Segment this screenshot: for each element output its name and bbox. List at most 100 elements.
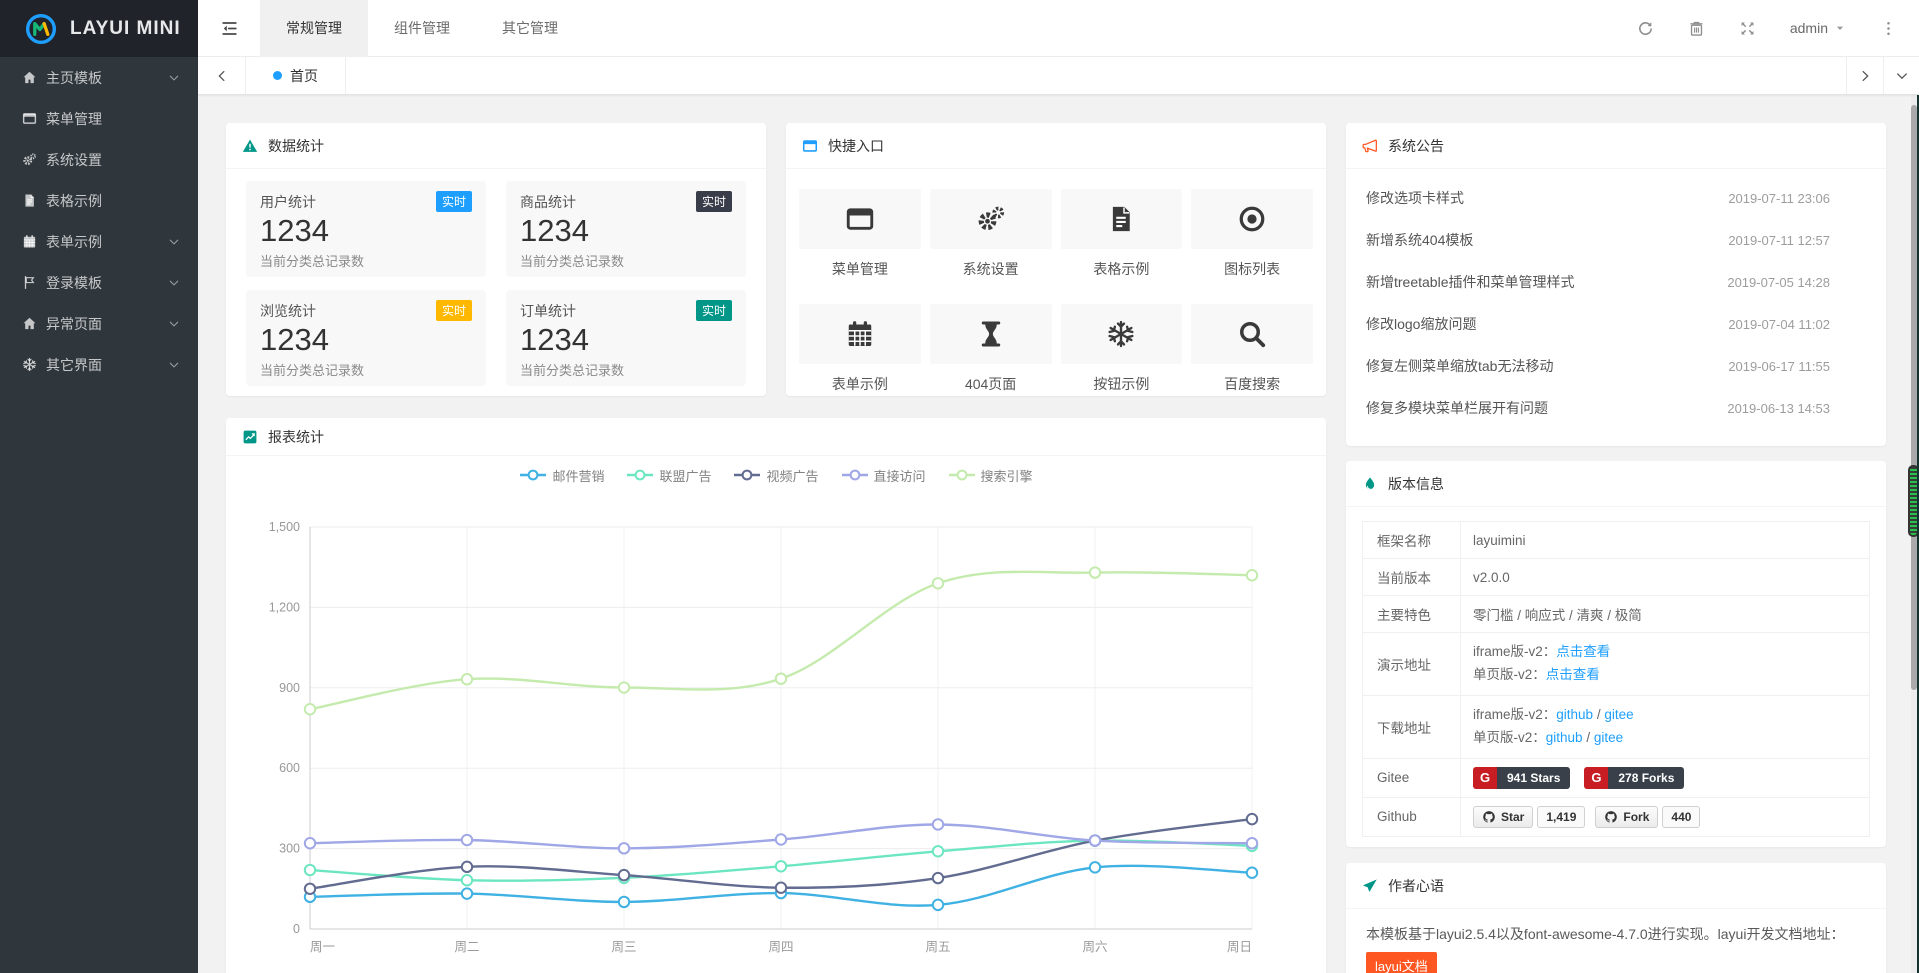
sidebar-item-表格示例[interactable]: 表格示例 (0, 180, 198, 221)
quick-entry-系统设置[interactable]: 系统设置 (930, 189, 1052, 279)
version-row-value: v2.0.0 (1461, 559, 1870, 596)
gitee-badge-278 Forks[interactable]: G278 Forks (1584, 767, 1684, 789)
legend-item-邮件营销[interactable]: 邮件营销 (519, 466, 604, 485)
github-badge-Fork[interactable]: Fork440 (1595, 806, 1700, 828)
version-row-label: 主要特色 (1363, 596, 1461, 633)
github-icon (1604, 810, 1618, 824)
quick-entry-菜单管理[interactable]: 菜单管理 (799, 189, 921, 279)
quick-entry-按钮示例[interactable]: 按钮示例 (1061, 304, 1183, 394)
github-badge-Star[interactable]: Star1,419 (1473, 806, 1585, 828)
version-body: 框架名称layuimini当前版本v2.0.0主要特色零门槛 / 响应式 / 清… (1346, 507, 1886, 847)
stat-value: 1234 (260, 321, 472, 360)
version-row-演示地址: 演示地址iframe版-v2：点击查看单页版-v2：点击查看 (1363, 633, 1870, 696)
chevron-down-icon (168, 359, 180, 371)
quick-entry-label: 按钮示例 (1061, 374, 1183, 394)
notice-item[interactable]: 修改logo缩放问题2019-07-04 11:02 (1366, 303, 1866, 345)
stat-desc: 当前分类总记录数 (260, 360, 472, 379)
version-row-label: 框架名称 (1363, 522, 1461, 559)
data-point-搜索引擎 (462, 674, 472, 684)
home-icon (22, 316, 46, 331)
link-点击查看[interactable]: 点击查看 (1556, 644, 1610, 659)
tab-list-dropdown-button[interactable] (1883, 57, 1919, 94)
data-point-视频广告 (933, 873, 943, 883)
snowflake-icon (22, 357, 46, 372)
status-badge: 实时 (696, 300, 732, 321)
notice-date: 2019-07-11 23:06 (1728, 191, 1866, 206)
quick-entry-表单示例[interactable]: 表单示例 (799, 304, 921, 394)
version-row-主要特色: 主要特色零门槛 / 响应式 / 清爽 / 极简 (1363, 596, 1870, 633)
more-vertical-icon[interactable] (1880, 20, 1897, 37)
github-fork-button[interactable]: Fork (1595, 806, 1658, 828)
fullscreen-icon[interactable] (1739, 20, 1756, 37)
svg-text:周四: 周四 (768, 940, 793, 954)
gitee-badge-941 Stars[interactable]: G941 Stars (1473, 767, 1570, 789)
layui-doc-badge[interactable]: layui文档 (1366, 952, 1437, 973)
link-gitee[interactable]: gitee (1604, 707, 1633, 722)
quick-entry-图标列表[interactable]: 图标列表 (1191, 189, 1313, 279)
version-row-value: layuimini (1461, 522, 1870, 559)
notice-item[interactable]: 修复多模块菜单栏展开有问题2019-06-13 14:53 (1366, 387, 1866, 429)
tab-home-label: 首页 (290, 66, 318, 86)
notice-item[interactable]: 修复左侧菜单缩放tab无法移动2019-06-17 11:55 (1366, 345, 1866, 387)
search-icon (1237, 319, 1267, 349)
chart-card-title: 报表统计 (268, 427, 324, 447)
username: admin (1790, 20, 1828, 36)
version-row-label: 演示地址 (1363, 633, 1461, 696)
svg-text:周五: 周五 (925, 940, 950, 954)
logo-text: LAYUI MINI (70, 18, 181, 40)
quick-entry-百度搜索[interactable]: 百度搜索 (1191, 304, 1313, 394)
github-star-button[interactable]: Star (1473, 806, 1533, 828)
data-point-联盟广告 (776, 861, 786, 871)
legend-item-视频广告[interactable]: 视频广告 (733, 466, 818, 485)
sidebar-item-表单示例[interactable]: 表单示例 (0, 221, 198, 262)
version-card: 版本信息 框架名称layuimini当前版本v2.0.0主要特色零门槛 / 响应… (1346, 461, 1886, 847)
sidebar-item-label: 系统设置 (46, 150, 180, 170)
svg-text:1,500: 1,500 (269, 520, 300, 534)
data-point-直接访问 (305, 838, 315, 848)
user-dropdown[interactable]: admin (1790, 20, 1846, 36)
sidebar-item-系统设置[interactable]: 系统设置 (0, 139, 198, 180)
sidebar-item-登录模板[interactable]: 登录模板 (0, 262, 198, 303)
legend-item-直接访问[interactable]: 直接访问 (841, 466, 926, 485)
sidebar-item-主页模板[interactable]: 主页模板 (0, 57, 198, 98)
stat-desc: 当前分类总记录数 (520, 360, 732, 379)
tab-scroll-left-button[interactable] (198, 57, 246, 94)
logo[interactable]: LAYUI MINI (0, 0, 198, 57)
sidebar-item-其它界面[interactable]: 其它界面 (0, 344, 198, 385)
line-chart[interactable]: 周一周二周三周四周五周六周日03006009001,2001,500 (226, 494, 1326, 973)
quick-entry-表格示例[interactable]: 表格示例 (1061, 189, 1183, 279)
legend-item-搜索引擎[interactable]: 搜索引擎 (948, 466, 1033, 485)
notice-list: 修改选项卡样式2019-07-11 23:06新增系统404模板2019-07-… (1346, 169, 1886, 429)
notice-item[interactable]: 修改选项卡样式2019-07-11 23:06 (1366, 177, 1866, 219)
page-tabbar: 首页 (198, 57, 1919, 95)
tab-scroll-right-button[interactable] (1846, 57, 1883, 94)
quick-entry-404页面[interactable]: 404页面 (930, 304, 1052, 394)
quick-entry-box (930, 304, 1052, 364)
header-tab-组件管理[interactable]: 组件管理 (368, 0, 476, 57)
sidebar-item-异常页面[interactable]: 异常页面 (0, 303, 198, 344)
sidebar-item-label: 表格示例 (46, 191, 180, 211)
tab-home[interactable]: 首页 (246, 57, 346, 94)
link-gitee[interactable]: gitee (1594, 730, 1623, 745)
notice-item[interactable]: 新增系统404模板2019-07-11 12:57 (1366, 219, 1866, 261)
header-tab-常规管理[interactable]: 常规管理 (260, 0, 368, 57)
data-point-搜索引擎 (1247, 570, 1257, 580)
caret-down-icon (1834, 22, 1846, 34)
notice-card-title: 系统公告 (1388, 136, 1444, 156)
refresh-icon[interactable] (1637, 20, 1654, 37)
data-point-视频广告 (776, 883, 786, 893)
link-点击查看[interactable]: 点击查看 (1546, 667, 1600, 682)
data-point-搜索引擎 (305, 704, 315, 714)
notice-text: 修复左侧菜单缩放tab无法移动 (1366, 356, 1553, 376)
chevron-down-icon (168, 72, 180, 84)
link-github[interactable]: github (1556, 707, 1593, 722)
trash-icon[interactable] (1688, 20, 1705, 37)
collapse-sidebar-button[interactable] (198, 0, 260, 57)
sidebar-item-菜单管理[interactable]: 菜单管理 (0, 98, 198, 139)
gitee-icon: G (1584, 767, 1608, 789)
legend-item-联盟广告[interactable]: 联盟广告 (626, 466, 711, 485)
notice-item[interactable]: 新增treetable插件和菜单管理样式2019-07-05 14:28 (1366, 261, 1866, 303)
svg-text:周一: 周一 (310, 940, 335, 954)
link-github[interactable]: github (1546, 730, 1583, 745)
header-tab-其它管理[interactable]: 其它管理 (476, 0, 584, 57)
